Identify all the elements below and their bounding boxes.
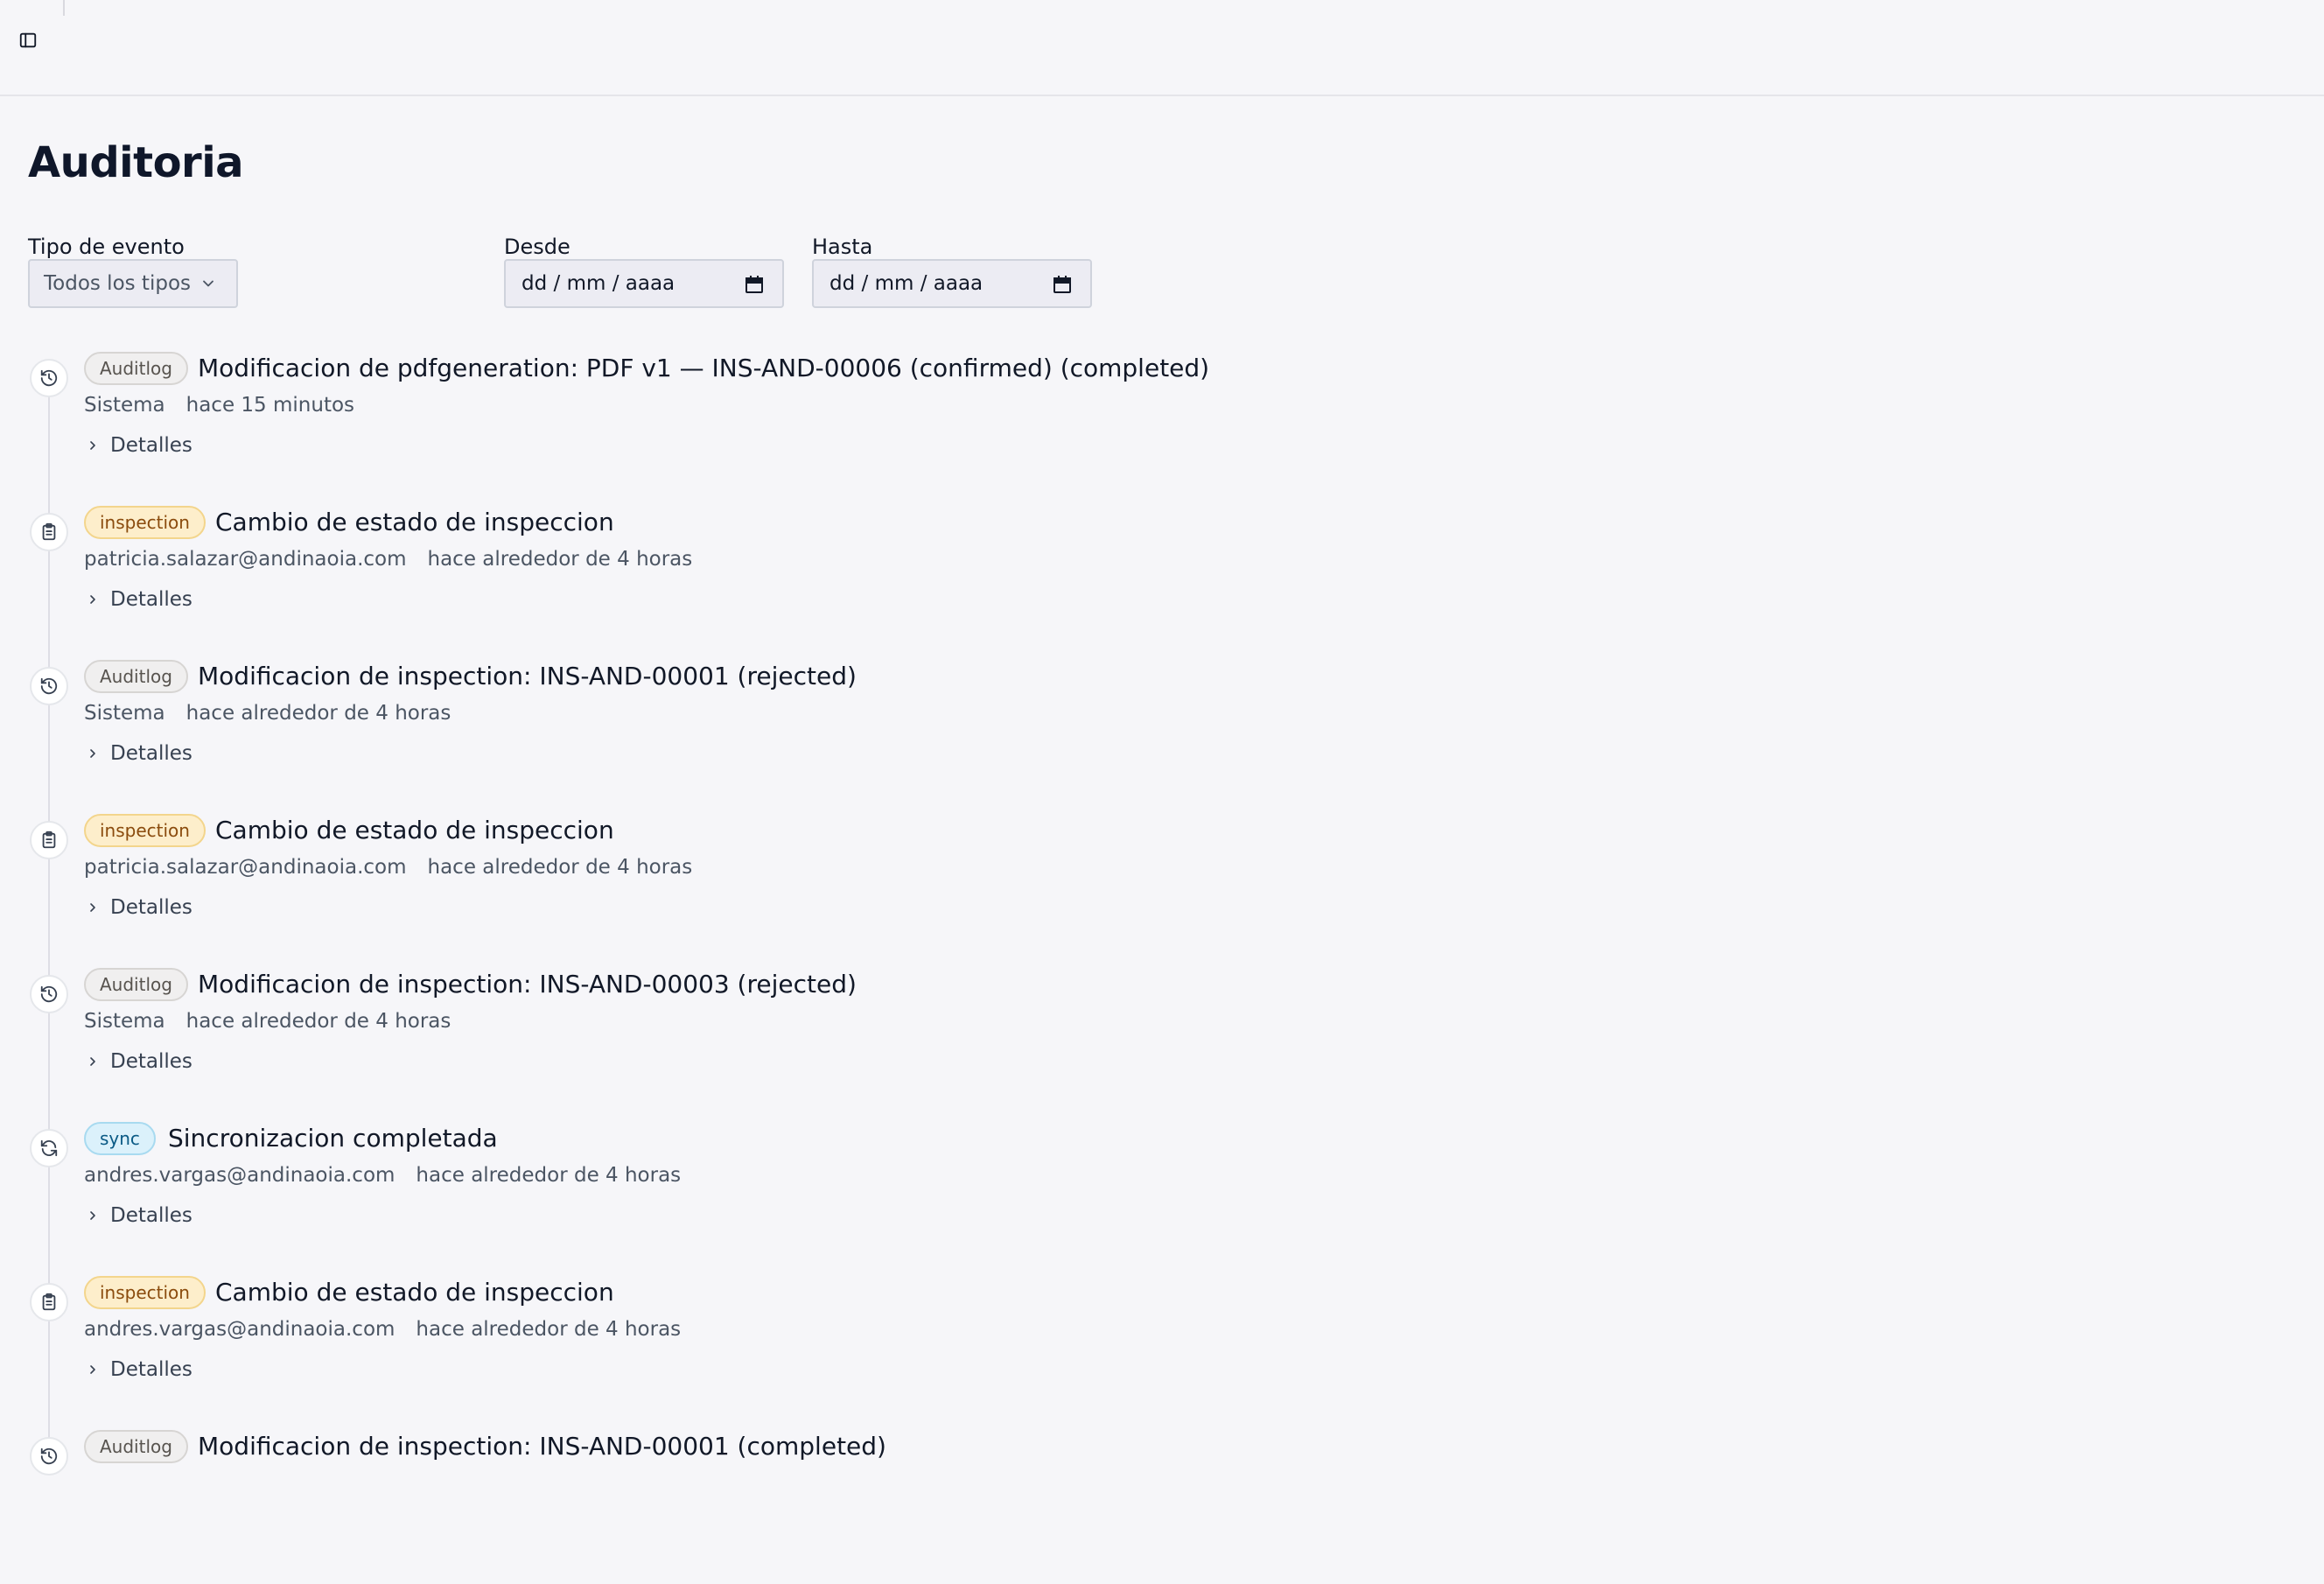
history-icon [30,975,68,1013]
event-time: hace alrededor de 4 horas [416,1318,682,1341]
event-type-value: Todos los tipos [44,272,191,295]
details-label: Detalles [110,1204,192,1227]
event-title: Cambio de estado de inspeccion [215,816,614,845]
event-meta: andres.vargas@andinaoia.com hace alrededo… [84,1164,681,1187]
event-title: Sincronizacion completada [168,1124,498,1153]
from-date-placeholder: dd / mm / aaaa [522,272,676,295]
to-date-placeholder: dd / mm / aaaa [830,272,984,295]
chevron-right-icon [90,749,95,758]
event-meta: Sistema hace 15 minutos [84,394,354,417]
details-toggle[interactable]: Detalles [86,588,192,611]
from-date-label: Desde [504,235,570,259]
from-date-input[interactable]: dd / mm / aaaa [504,259,784,308]
chevron-right-icon [90,441,95,450]
event-time: hace 15 minutos [186,394,355,417]
calendar-icon[interactable] [744,274,765,295]
top-bar-divider [63,0,65,16]
event-time: hace alrededor de 4 horas [427,856,693,879]
event-meta: patricia.salazar@andinaoia.com hace alred… [84,548,692,571]
event-type-badge: Auditlog [84,1430,188,1463]
details-toggle[interactable]: Detalles [86,1050,192,1073]
history-icon [30,667,68,705]
event-item: sync Sincronizacion completada andres.varg… [0,1122,1400,1276]
details-label: Detalles [110,588,192,611]
event-actor: andres.vargas@andinaoia.com [84,1164,396,1187]
event-type-select[interactable]: Todos los tipos [28,259,238,308]
event-meta: patricia.salazar@andinaoia.com hace alred… [84,856,692,879]
panel-left-icon [19,32,37,48]
event-time: hace alrededor de 4 horas [186,702,452,725]
event-actor: andres.vargas@andinaoia.com [84,1318,396,1341]
chevron-right-icon [90,1365,95,1374]
clipboard-icon [30,1283,68,1321]
event-time: hace alrededor de 4 horas [416,1164,682,1187]
event-title: Cambio de estado de inspeccion [215,508,614,536]
details-label: Detalles [110,434,192,457]
chevron-right-icon [90,595,95,604]
event-time: hace alrededor de 4 horas [427,548,693,571]
event-type-badge: inspection [84,506,206,539]
event-title: Modificacion de inspection: INS-AND-0000… [198,1432,886,1461]
event-item: Auditlog Modificacion de pdfgeneration: P… [0,352,1400,506]
details-label: Detalles [110,742,192,765]
details-toggle[interactable]: Detalles [86,896,192,919]
details-toggle[interactable]: Detalles [86,742,192,765]
event-title: Cambio de estado de inspeccion [215,1278,614,1307]
history-icon [30,1437,68,1475]
chevron-right-icon [90,903,95,912]
details-toggle[interactable]: Detalles [86,1204,192,1227]
chevron-right-icon [90,1211,95,1220]
details-label: Detalles [110,1358,192,1381]
event-type-badge: Auditlog [84,968,188,1001]
history-icon [30,359,68,397]
event-time: hace alrededor de 4 horas [186,1010,452,1033]
event-item: Auditlog Modificacion de inspection: INS-… [0,968,1400,1122]
event-meta: Sistema hace alrededor de 4 horas [84,702,451,725]
refresh-icon [30,1129,68,1167]
event-title: Modificacion de inspection: INS-AND-0000… [198,970,857,999]
to-date-label: Hasta [812,235,873,259]
event-type-badge: inspection [84,814,206,847]
sidebar-toggle-button[interactable] [16,28,40,53]
calendar-icon[interactable] [1052,274,1073,295]
event-actor: Sistema [84,394,165,417]
to-date-input[interactable]: dd / mm / aaaa [812,259,1092,308]
clipboard-icon [30,821,68,859]
details-toggle[interactable]: Detalles [86,1358,192,1381]
event-item: inspection Cambio de estado de inspeccion… [0,1276,1400,1430]
event-type-badge: Auditlog [84,352,188,385]
event-type-badge: inspection [84,1276,206,1309]
event-item: inspection Cambio de estado de inspeccion… [0,506,1400,660]
event-title: Modificacion de pdfgeneration: PDF v1 — … [198,354,1210,382]
chevron-down-icon [203,280,214,287]
event-title: Modificacion de inspection: INS-AND-0000… [198,662,857,690]
event-actor: patricia.salazar@andinaoia.com [84,548,407,571]
event-actor: Sistema [84,702,165,725]
page-title: Auditoria [28,138,244,187]
event-item: Auditlog Modificacion de inspection: INS-… [0,1430,1400,1584]
event-type-label: Tipo de evento [28,235,185,259]
event-item: inspection Cambio de estado de inspeccion… [0,814,1400,968]
details-label: Detalles [110,1050,192,1073]
event-type-badge: Auditlog [84,660,188,693]
event-type-badge: sync [84,1122,156,1155]
event-actor: Sistema [84,1010,165,1033]
details-label: Detalles [110,896,192,919]
event-item: Auditlog Modificacion de inspection: INS-… [0,660,1400,814]
event-meta: andres.vargas@andinaoia.com hace alrededo… [84,1318,681,1341]
top-bar [0,0,2324,96]
details-toggle[interactable]: Detalles [86,434,192,457]
event-meta: Sistema hace alrededor de 4 horas [84,1010,451,1033]
event-actor: patricia.salazar@andinaoia.com [84,856,407,879]
chevron-right-icon [90,1057,95,1066]
clipboard-icon [30,513,68,551]
